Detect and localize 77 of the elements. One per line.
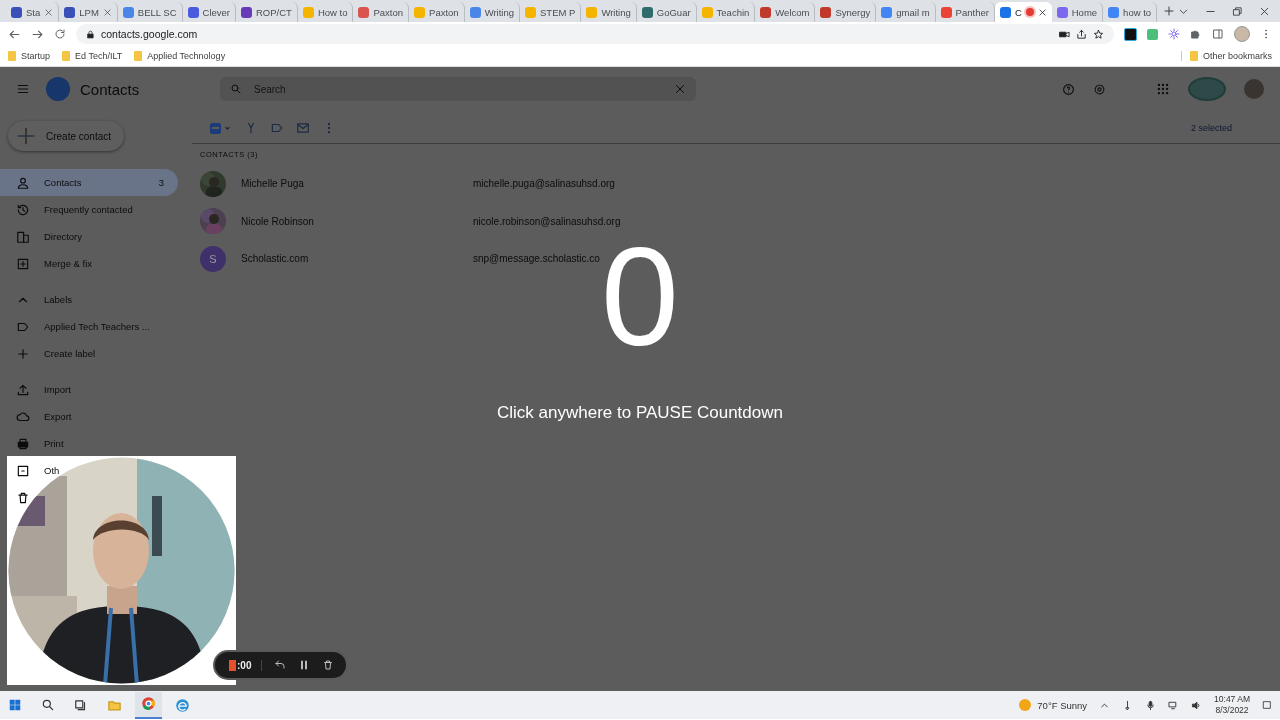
app-title: Contacts — [80, 80, 141, 98]
nav-item[interactable]: Oth — [0, 457, 60, 484]
microphone-icon[interactable] — [1145, 699, 1157, 711]
bookmark-link[interactable]: Startup — [8, 51, 51, 61]
help-icon[interactable] — [1062, 82, 1075, 96]
contacts-logo-icon — [46, 77, 70, 101]
recording-timer: :00 — [229, 659, 263, 671]
browser-tab[interactable]: Writing — [464, 2, 520, 22]
edge-icon[interactable] — [175, 697, 190, 713]
merge-box-icon — [16, 256, 30, 271]
browser-tab[interactable]: how to — [1103, 2, 1158, 22]
restore-icon[interactable] — [1232, 5, 1243, 17]
new-tab-icon[interactable] — [1163, 5, 1176, 17]
star-icon[interactable] — [1093, 28, 1104, 40]
browser-tab[interactable]: Sta — [6, 2, 60, 22]
select-checkbox[interactable] — [210, 122, 232, 134]
apps-icon[interactable] — [1156, 82, 1170, 96]
plus-icon — [16, 126, 36, 146]
browser-tab[interactable]: Paxton — [353, 2, 410, 22]
browser-tab[interactable]: Writing — [581, 2, 637, 22]
clock[interactable]: 10:47 AM 8/3/2022 — [1214, 694, 1250, 716]
browser-tab[interactable]: gmail m — [876, 2, 936, 22]
trash-icon[interactable] — [16, 490, 30, 505]
history-icon — [16, 202, 30, 217]
avatar-icon[interactable] — [1234, 26, 1250, 42]
browser-tab[interactable]: LPM — [59, 2, 118, 22]
weather-widget[interactable]: 70°F Sunny — [1019, 699, 1088, 711]
printer-icon — [16, 436, 30, 451]
speaker-icon[interactable] — [1191, 699, 1203, 711]
search-icon[interactable] — [41, 698, 55, 712]
search-field[interactable]: Search — [220, 77, 696, 101]
label-icon[interactable] — [270, 121, 284, 135]
countdown-number: 0 — [601, 227, 679, 367]
cloud-icon — [16, 409, 30, 424]
bookmark-link[interactable]: Applied Technology — [134, 51, 226, 61]
settings-icon[interactable] — [1093, 82, 1106, 96]
close-icon[interactable] — [1259, 5, 1270, 17]
notification-icon[interactable] — [1262, 700, 1272, 710]
building-icon — [16, 229, 30, 244]
trash-icon[interactable] — [322, 659, 335, 671]
lock-icon[interactable] — [86, 29, 95, 39]
menu-icon[interactable] — [16, 82, 30, 96]
selection-count: 2 selected — [1190, 123, 1232, 133]
browser-tab[interactable]: BELL SC — [117, 2, 183, 22]
bookmark-link[interactable]: Other bookmarks — [1180, 51, 1272, 61]
browser-tab[interactable]: Paxton — [409, 2, 465, 22]
browser-tab[interactable]: C — [994, 2, 1052, 22]
browser-tab[interactable]: Home — [1051, 2, 1104, 22]
close-icon[interactable] — [44, 7, 54, 17]
close-icon[interactable] — [102, 7, 112, 17]
contact-avatar: S — [200, 245, 226, 272]
address-field[interactable]: contacts.google.com — [76, 24, 1114, 44]
share-icon[interactable] — [1076, 28, 1087, 40]
task-view-icon[interactable] — [74, 698, 88, 712]
undo-icon[interactable] — [274, 659, 287, 671]
countdown-message[interactable]: Click anywhere to PAUSE Countdown — [497, 403, 783, 423]
extension-icon[interactable] — [1124, 27, 1137, 41]
browser-tab[interactable]: How to — [297, 2, 354, 22]
person-icon — [16, 175, 30, 190]
browser-tab[interactable]: Clever — [182, 2, 236, 22]
browser-tab[interactable]: GoGuar — [636, 2, 697, 22]
plus-icon — [16, 346, 30, 361]
nav-item[interactable]: Contacts 3 — [0, 169, 178, 196]
upload-icon — [16, 382, 30, 397]
browser-tab[interactable]: Synergy — [815, 2, 877, 22]
browser-tab[interactable]: Panther — [935, 2, 995, 22]
browser-tab[interactable]: Teachin — [696, 2, 756, 22]
windows-start-icon[interactable] — [8, 698, 22, 712]
browser-tab[interactable]: Welcom — [755, 2, 816, 22]
browser-tab[interactable]: ROP/CT — [236, 2, 298, 22]
reload-icon[interactable] — [54, 28, 66, 40]
search-input[interactable]: Search — [252, 82, 664, 96]
browser-tab[interactable]: STEM P — [520, 2, 582, 22]
bookmark-link[interactable]: Ed Tech/ILT — [62, 51, 123, 61]
chrome-icon[interactable] — [141, 695, 156, 711]
side-panel-icon[interactable] — [1212, 28, 1224, 40]
close-icon[interactable] — [1037, 7, 1047, 17]
